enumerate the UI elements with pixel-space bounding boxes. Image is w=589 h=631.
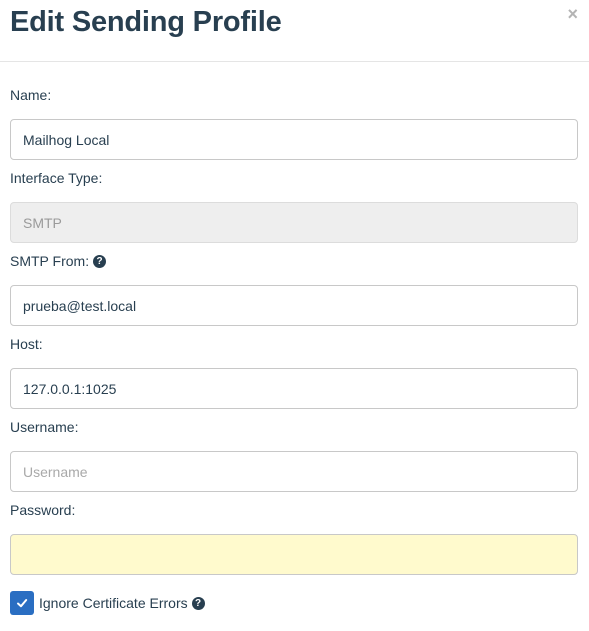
modal-header: Edit Sending Profile × xyxy=(0,0,589,62)
smtp-from-input[interactable] xyxy=(10,285,578,326)
username-label: Username: xyxy=(10,419,79,435)
password-label: Password: xyxy=(10,502,76,518)
check-icon xyxy=(17,599,28,608)
smtp-from-label: SMTP From: xyxy=(10,253,90,269)
host-label: Host: xyxy=(10,336,43,352)
interface-type-label: Interface Type: xyxy=(10,170,103,186)
username-input[interactable] xyxy=(10,451,578,492)
question-circle-icon[interactable]: ? xyxy=(191,596,205,610)
ignore-cert-checkbox[interactable] xyxy=(10,591,34,615)
host-input[interactable] xyxy=(10,368,578,409)
name-label: Name: xyxy=(10,87,52,103)
name-input[interactable] xyxy=(10,119,578,160)
ignore-cert-row: Ignore Certificate Errors ? xyxy=(10,591,205,615)
question-circle-icon[interactable]: ? xyxy=(93,254,107,268)
ignore-cert-label: Ignore Certificate Errors xyxy=(39,595,188,611)
smtp-from-label-row: SMTP From: ? xyxy=(10,253,107,269)
password-input[interactable] xyxy=(10,534,578,575)
interface-type-input xyxy=(10,202,578,243)
close-button[interactable]: × xyxy=(567,4,578,24)
modal-title: Edit Sending Profile xyxy=(10,6,282,38)
